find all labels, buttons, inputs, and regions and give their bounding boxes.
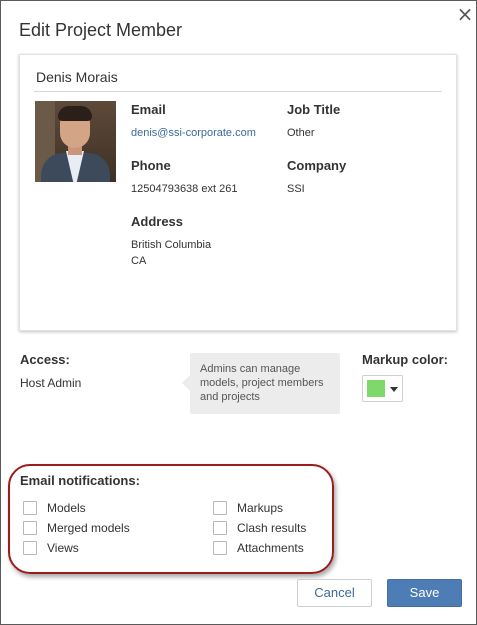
checkbox-label: Views: [47, 541, 79, 555]
checkbox-label: Markups: [237, 501, 284, 515]
member-card: Denis Morais Email denis@ssi-corporate.c…: [19, 54, 457, 331]
checkbox[interactable]: [213, 521, 227, 535]
checkbox-label: Models: [47, 501, 86, 515]
address-label: Address: [131, 214, 184, 229]
caret-down-icon: [390, 387, 398, 392]
markup-color-picker[interactable]: [362, 375, 403, 402]
phone-label: Phone: [131, 158, 171, 173]
checkbox-label: Attachments: [237, 541, 304, 555]
email-link[interactable]: denis@ssi-corporate.com: [131, 125, 256, 141]
member-name: Denis Morais: [36, 69, 118, 85]
checkbox-attachments[interactable]: Attachments: [213, 540, 304, 556]
checkbox-label: Merged models: [47, 521, 130, 535]
checkbox-markups[interactable]: Markups: [213, 500, 283, 516]
avatar: [35, 101, 116, 182]
company-value: SSI: [287, 183, 305, 195]
checkbox[interactable]: [213, 541, 227, 555]
checkbox-models[interactable]: Models: [23, 500, 86, 516]
access-value: Host Admin: [20, 376, 82, 390]
checkbox-merged-models[interactable]: Merged models: [23, 520, 130, 536]
dialog-title: Edit Project Member: [19, 20, 183, 40]
checkbox[interactable]: [213, 501, 227, 515]
email-label: Email: [131, 102, 166, 117]
edit-member-dialog: × Edit Project Member Denis Morais Email…: [0, 0, 477, 625]
checkbox[interactable]: [23, 521, 37, 535]
access-label: Access:: [20, 352, 70, 367]
company-label: Company: [287, 158, 347, 173]
phone-value: 12504793638 ext 261: [131, 183, 238, 195]
access-tooltip: Admins can manage models, project member…: [182, 353, 340, 414]
markup-color-label: Markup color:: [362, 352, 448, 367]
divider: [34, 91, 442, 92]
checkbox-clash-results[interactable]: Clash results: [213, 520, 306, 536]
cancel-button[interactable]: Cancel: [297, 579, 372, 607]
address-line-2: CA: [131, 255, 147, 267]
color-swatch: [367, 380, 385, 397]
email-notifications-label: Email notifications:: [20, 473, 140, 488]
address-line-1: British Columbia: [131, 239, 212, 251]
checkbox-views[interactable]: Views: [23, 540, 79, 556]
save-button[interactable]: Save: [387, 579, 462, 607]
job-title-value: Other: [287, 127, 315, 139]
checkbox-label: Clash results: [237, 521, 307, 535]
close-icon[interactable]: ×: [456, 4, 474, 24]
checkbox[interactable]: [23, 541, 37, 555]
checkbox[interactable]: [23, 501, 37, 515]
job-title-label: Job Title: [287, 102, 341, 117]
